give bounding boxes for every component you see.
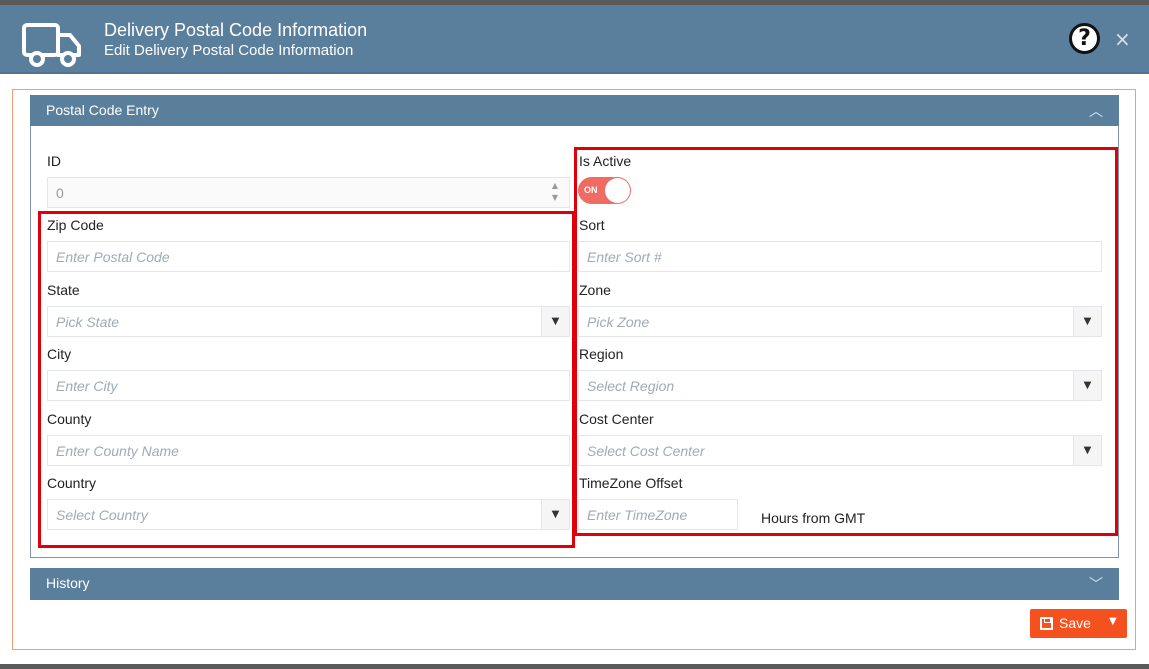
id-label: ID — [47, 153, 61, 169]
id-field[interactable]: 0 ▲ ▼ — [47, 177, 570, 208]
help-icon[interactable]: ? — [1069, 23, 1100, 54]
dialog-subtitle: Edit Delivery Postal Code Information — [104, 42, 354, 59]
postal-code-entry-header[interactable]: Postal Code Entry ︿ — [30, 95, 1119, 126]
id-value: 0 — [56, 185, 64, 201]
close-icon[interactable]: × — [1114, 29, 1131, 49]
history-panel-header[interactable]: History ﹀ — [30, 568, 1119, 600]
dialog-title: Delivery Postal Code Information — [104, 20, 368, 40]
chevron-up-icon[interactable]: ︿ — [1089, 101, 1103, 121]
floppy-disk-icon — [1040, 617, 1053, 630]
chevron-down-icon[interactable]: ﹀ — [1089, 574, 1103, 594]
save-button[interactable]: Save ▼ — [1030, 609, 1127, 638]
save-label: Save — [1059, 615, 1091, 631]
window-bottom-border — [0, 664, 1149, 669]
highlight-box-right — [574, 147, 1118, 536]
panel-title: Postal Code Entry — [46, 102, 159, 118]
dialog-header: Delivery Postal Code Information Edit De… — [0, 5, 1149, 74]
number-spinner-icon[interactable]: ▲ ▼ — [549, 180, 561, 204]
history-title: History — [46, 575, 90, 591]
highlight-box-left — [38, 211, 575, 548]
caret-down-icon[interactable]: ▼ — [1109, 616, 1117, 627]
truck-icon — [22, 23, 81, 67]
